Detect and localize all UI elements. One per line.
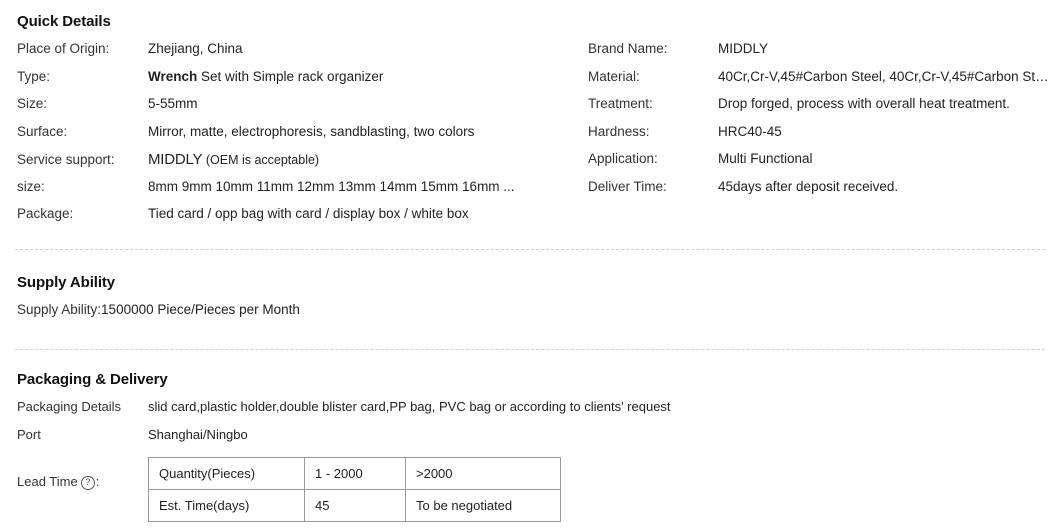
detail-value-brand: MIDDLY <box>148 151 203 168</box>
detail-row-brand-name: Brand Name: MIDDLY <box>588 41 1053 69</box>
detail-value: 1500000 Piece/Pieces per Month <box>101 302 300 317</box>
detail-row-treatment: Treatment: Drop forged, process with ove… <box>588 96 1053 124</box>
detail-value: Wrench Set with Simple rack organizer <box>148 69 577 84</box>
detail-value: HRC40-45 <box>718 123 782 139</box>
detail-row-deliver-time: Deliver Time: 45days after deposit recei… <box>588 179 1053 207</box>
table-cell: To be negotiated <box>405 489 561 522</box>
quick-details-heading: Quick Details <box>17 13 111 30</box>
table-cell: 45 <box>304 489 406 522</box>
detail-label: Lead Time <box>17 474 78 489</box>
supply-ability-heading: Supply Ability <box>17 274 116 291</box>
table-cell: >2000 <box>405 457 561 490</box>
detail-value: Tied card / opp bag with card / display … <box>148 206 469 221</box>
section-divider-1 <box>15 249 1045 250</box>
detail-label: size: <box>17 178 45 194</box>
detail-row-material: Material: 40Cr,Cr-V,45#Carbon Steel, 40C… <box>588 69 1053 97</box>
detail-value: 45days after deposit received. <box>718 178 899 194</box>
detail-label: Surface: <box>17 123 68 139</box>
detail-row-type: Type: Wrench Set with Simple rack organi… <box>17 69 577 97</box>
lead-time-label-group: Lead Time ? : <box>17 457 148 490</box>
detail-label: Hardness: <box>588 123 650 139</box>
detail-label: Supply Ability: <box>17 302 102 317</box>
detail-value: Mirror, matte, electrophoresis, sandblas… <box>148 123 475 139</box>
detail-value: slid card,plastic holder,double blister … <box>148 399 671 414</box>
packaging-delivery-section: Packaging & Delivery Packaging Details s… <box>0 371 1060 522</box>
detail-label: Port <box>17 427 41 442</box>
detail-label: Place of Origin: <box>17 41 110 56</box>
detail-label: Material: <box>588 68 640 84</box>
detail-row-lead-time: Lead Time ? : Quantity(Pieces) 1 - 2000 … <box>17 457 1060 522</box>
detail-row-supply-ability: Supply Ability: 1500000 Piece/Pieces per… <box>17 302 1060 330</box>
detail-value-rest: Set with Simple rack organizer <box>197 68 384 84</box>
detail-row-hardness: Hardness: HRC40-45 <box>588 124 1053 152</box>
lead-time-table: Quantity(Pieces) 1 - 2000 >2000 Est. Tim… <box>148 457 561 522</box>
detail-label: Deliver Time: <box>588 178 667 194</box>
detail-label: Service support: <box>17 152 115 167</box>
detail-row-service-support: Service support: MIDDLY (OEM is acceptab… <box>17 151 577 179</box>
help-question-icon[interactable]: ? <box>80 475 95 490</box>
detail-row-place-of-origin: Place of Origin: Zhejiang, China <box>17 41 577 69</box>
detail-row-packaging-details: Packaging Details slid card,plastic hold… <box>17 399 1060 427</box>
detail-row-size-list: size: 8mm 9mm 10mm 11mm 12mm 13mm 14mm 1… <box>17 179 577 207</box>
quick-details-left-column: Place of Origin: Zhejiang, China Type: W… <box>17 41 577 234</box>
detail-value: Zhejiang, China <box>148 41 243 56</box>
detail-value: 40Cr,Cr-V,45#Carbon Steel, 40Cr,Cr-V,45#… <box>718 68 1053 84</box>
lead-time-label-colon: : <box>95 474 100 489</box>
detail-label: Package: <box>17 206 74 221</box>
table-row: Est. Time(days) 45 To be negotiated <box>148 489 561 522</box>
detail-value: Shanghai/Ningbo <box>148 427 248 442</box>
detail-value: MIDDLY <box>718 41 769 56</box>
detail-value: 8mm 9mm 10mm 11mm 12mm 13mm 14mm 15mm 16… <box>148 178 515 194</box>
detail-value: 5-55mm <box>148 96 198 111</box>
supply-ability-row: Supply Ability: 1500000 Piece/Pieces per… <box>17 302 1060 330</box>
detail-row-application: Application: Multi Functional <box>588 151 1053 179</box>
detail-value-emphasis: Wrench <box>148 68 198 84</box>
detail-label: Treatment: <box>588 96 653 111</box>
supply-ability-section: Supply Ability Supply Ability: 1500000 P… <box>0 274 1060 330</box>
detail-value: Multi Functional <box>718 151 813 166</box>
packaging-delivery-rows: Packaging Details slid card,plastic hold… <box>17 399 1060 522</box>
packaging-delivery-heading: Packaging & Delivery <box>17 371 168 388</box>
detail-row-port: Port Shanghai/Ningbo <box>17 427 1060 455</box>
table-cell: 1 - 2000 <box>304 457 406 490</box>
detail-value: MIDDLY (OEM is acceptable) <box>148 151 577 168</box>
table-cell: Quantity(Pieces) <box>148 457 305 490</box>
quick-details-right-column: Brand Name: MIDDLY Material: 40Cr,Cr-V,4… <box>588 41 1053 206</box>
detail-label: Size: <box>17 96 48 111</box>
table-row: Quantity(Pieces) 1 - 2000 >2000 <box>148 457 561 490</box>
detail-row-size: Size: 5-55mm <box>17 96 577 124</box>
section-divider-2 <box>15 349 1045 350</box>
quick-details-section: Quick Details Place of Origin: Zhejiang,… <box>0 13 1060 221</box>
detail-value: Drop forged, process with overall heat t… <box>718 96 1010 111</box>
detail-label: Packaging Details <box>17 399 122 414</box>
product-detail-page: Quick Details Place of Origin: Zhejiang,… <box>0 0 1060 530</box>
detail-label: Brand Name: <box>588 41 668 56</box>
detail-label: Type: <box>17 68 51 84</box>
table-cell: Est. Time(days) <box>148 489 305 522</box>
detail-value-note: (OEM is acceptable) <box>202 153 320 167</box>
detail-row-package: Package: Tied card / opp bag with card /… <box>17 206 577 234</box>
detail-row-surface: Surface: Mirror, matte, electrophoresis,… <box>17 124 577 152</box>
detail-label: Application: <box>588 151 658 166</box>
